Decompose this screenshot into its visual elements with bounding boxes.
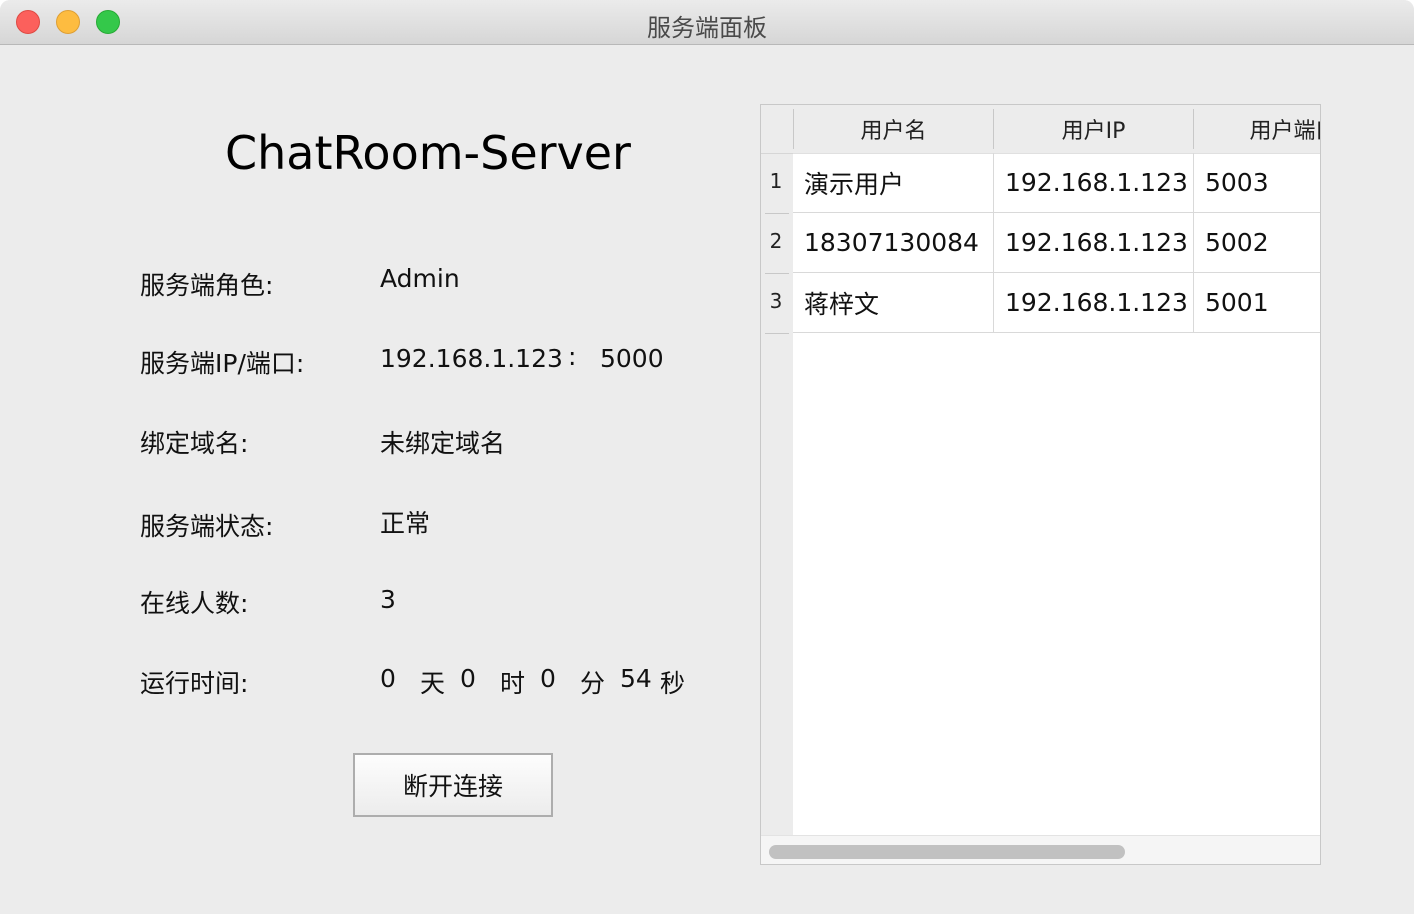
disconnect-button[interactable]: 断开连接 (353, 753, 553, 817)
column-header-username[interactable]: 用户名 (793, 109, 993, 149)
row-number-divider (765, 273, 789, 274)
online-count-label: 在线人数: (140, 589, 249, 618)
uptime-label: 运行时间: (140, 669, 249, 698)
cell-user-ip[interactable]: 192.168.1.123 (993, 213, 1193, 273)
server-ip-value: 192.168.1.123 (380, 344, 563, 373)
title-bar: 服务端面板 (0, 0, 1414, 45)
table-corner (761, 105, 793, 154)
role-value: Admin (380, 264, 460, 293)
horizontal-scrollbar[interactable] (761, 835, 1320, 864)
cell-user-ip[interactable]: 192.168.1.123 (993, 153, 1193, 213)
row-number-divider (765, 333, 789, 334)
row-number[interactable]: 3 (761, 289, 791, 313)
cell-user-port[interactable]: 5002 (1193, 213, 1320, 273)
row-number-divider (765, 213, 789, 214)
uptime-hours-unit: 时 (500, 669, 526, 698)
online-users-table[interactable]: 用户名 用户IP 用户端口 1 演示用户 192.168.1.123 5003 … (760, 104, 1321, 865)
row-header-gutter (761, 105, 793, 835)
server-port-value: 5000 (600, 344, 664, 373)
domain-value: 未绑定域名 (380, 429, 506, 458)
server-panel-window: 服务端面板 ChatRoom-Server 服务端角色: Admin 服务端IP… (0, 0, 1414, 914)
online-count-value: 3 (380, 585, 396, 614)
ip-port-separator: : (568, 342, 577, 371)
column-header-user-port[interactable]: 用户端口 (1193, 109, 1320, 149)
scrollbar-thumb[interactable] (769, 845, 1125, 859)
role-label: 服务端角色: (140, 271, 274, 300)
cell-username[interactable]: 18307130084 (793, 213, 993, 273)
uptime-minutes-unit: 分 (580, 669, 606, 698)
domain-label: 绑定域名: (140, 429, 249, 458)
uptime-seconds: 54 (620, 664, 652, 693)
cell-user-port[interactable]: 5003 (1193, 153, 1320, 213)
status-value: 正常 (380, 509, 431, 538)
column-header-user-ip[interactable]: 用户IP (993, 109, 1193, 149)
window-title: 服务端面板 (647, 14, 767, 42)
uptime-seconds-unit: 秒 (660, 669, 686, 698)
uptime-days: 0 (380, 664, 396, 693)
table-header: 用户名 用户IP 用户端口 (793, 105, 1320, 154)
ip-port-label: 服务端IP/端口: (140, 349, 305, 378)
cell-username[interactable]: 演示用户 (793, 153, 993, 213)
status-label: 服务端状态: (140, 512, 274, 541)
uptime-days-unit: 天 (420, 669, 446, 698)
row-number[interactable]: 1 (761, 169, 791, 193)
cell-user-port[interactable]: 5001 (1193, 273, 1320, 333)
cell-user-ip[interactable]: 192.168.1.123 (993, 273, 1193, 333)
row-number[interactable]: 2 (761, 229, 791, 253)
uptime-hours: 0 (460, 664, 476, 693)
uptime-minutes: 0 (540, 664, 556, 693)
app-heading: ChatRoom-Server (225, 126, 631, 180)
cell-username[interactable]: 蒋梓文 (793, 273, 993, 333)
